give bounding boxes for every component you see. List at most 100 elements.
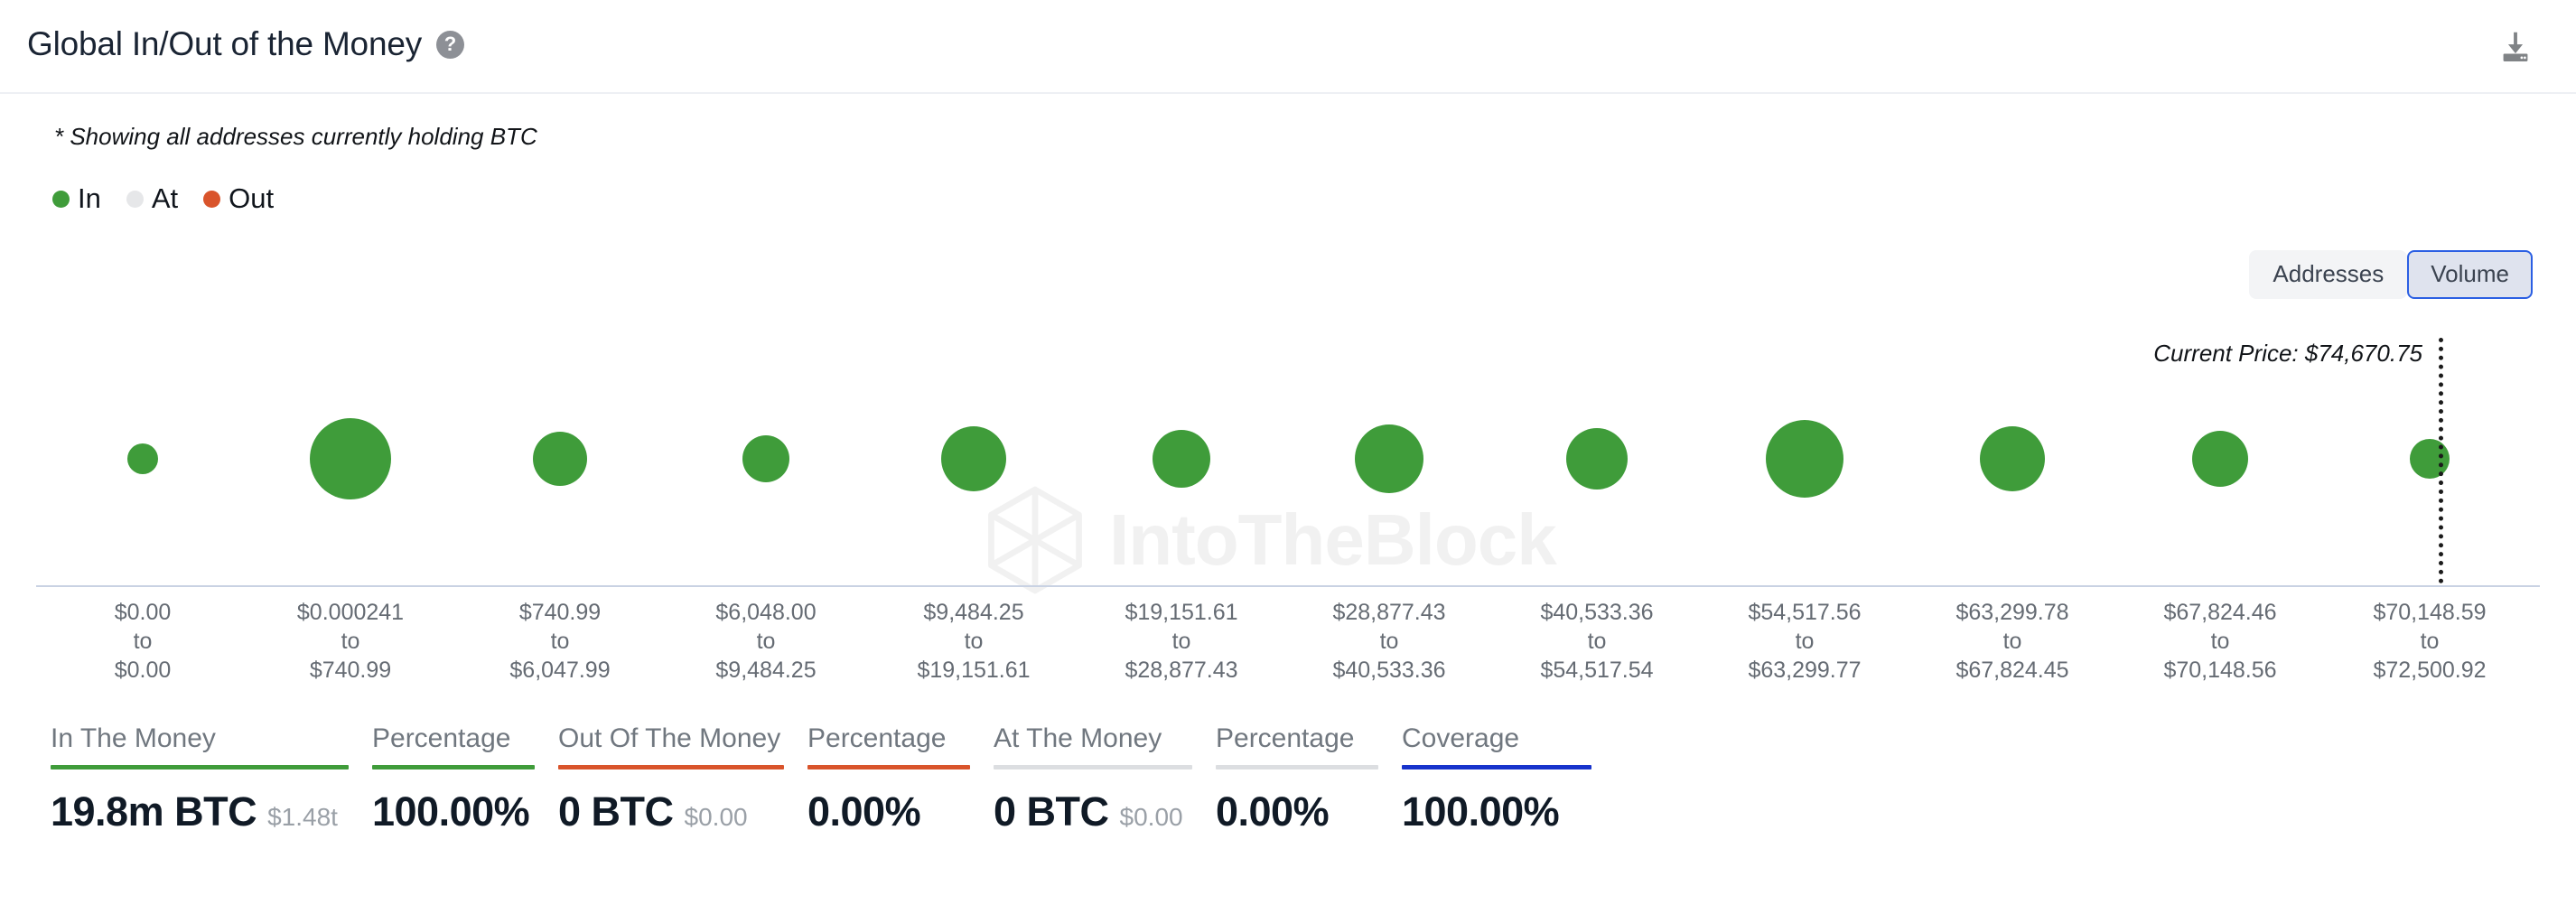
stat-underline (51, 765, 349, 769)
page-title: Global In/Out of the Money (27, 25, 422, 62)
legend-label-at: At (151, 182, 179, 214)
bubble-marker[interactable] (533, 432, 587, 486)
x-axis-label: $63,299.78 to $67,824.45 (1955, 598, 2068, 685)
bubble-marker[interactable] (2192, 431, 2248, 487)
current-price-annotation: Current Price: $74,670.75 (2153, 340, 2422, 367)
x-axis-label: $740.99 to $6,047.99 (509, 598, 610, 685)
stat-label: Percentage (372, 723, 511, 753)
x-axis-label-line: to (2420, 629, 2440, 654)
stat-primary-value: 0.00% (1216, 788, 1330, 835)
x-axis-label: $54,517.56 to $63,299.77 (1748, 598, 1861, 685)
bubble-marker[interactable] (1980, 426, 2045, 491)
bubble-marker[interactable] (1766, 420, 1843, 498)
card-header: Global In/Out of the Money ? (0, 0, 2576, 94)
legend-dot-at-icon (126, 190, 144, 208)
x-axis-label-line: $0.000241 (296, 600, 405, 625)
x-axis-label-line: $9,484.25 (923, 600, 1024, 625)
x-axis-label-line: $9,484.25 (715, 658, 817, 683)
bubble-marker[interactable] (941, 426, 1006, 491)
stat-primary-value: 0.00% (807, 788, 921, 835)
stat-block: Percentage 0.00% (1216, 723, 1378, 835)
x-axis-label: $6,048.00 to $9,484.25 (715, 598, 816, 685)
legend-item-out[interactable]: Out (203, 182, 274, 215)
x-axis-label-line: to (756, 629, 776, 654)
stat-secondary-value: $0.00 (684, 803, 748, 831)
bubble-marker[interactable] (1355, 424, 1423, 493)
stat-underline (1216, 765, 1378, 769)
x-axis-label: $19,151.61 to $28,877.43 (1125, 598, 1237, 685)
bubble-marker[interactable] (127, 443, 158, 474)
x-axis-label-line: $19,151.61 (917, 658, 1031, 683)
stat-block: Percentage 100.00% (372, 723, 535, 835)
x-axis-label: $0.00 to $0.00 (115, 598, 172, 685)
stat-value-group: 0.00% (807, 788, 970, 835)
x-axis-label-line: $67,824.46 (2163, 600, 2277, 625)
stat-block: Coverage 100.00% (1402, 723, 1591, 835)
x-axis-label-line: to (1795, 629, 1815, 654)
bubble-marker[interactable] (1153, 430, 1210, 488)
x-axis-label-line: $54,517.54 (1540, 658, 1654, 683)
stat-primary-value: 19.8m BTC (51, 788, 257, 835)
stat-label: Out Of The Money (558, 723, 781, 753)
stat-underline (994, 765, 1192, 769)
x-axis-label-line: to (341, 629, 360, 654)
legend-dot-out-icon (203, 190, 221, 208)
x-axis-label-line: $0.00 (114, 658, 172, 683)
x-axis-label-line: to (2210, 629, 2230, 654)
stat-primary-value: 100.00% (1402, 788, 1560, 835)
stat-underline (807, 765, 970, 769)
bubble-marker[interactable] (1566, 428, 1628, 490)
stat-value-group: 19.8m BTC $1.48t (51, 788, 349, 835)
x-axis-label-line: $63,299.78 (1955, 600, 2069, 625)
x-axis-label-line: $28,877.43 (1125, 658, 1238, 683)
x-axis-label-line: $72,500.92 (2373, 658, 2487, 683)
x-axis-label: $67,824.46 to $70,148.56 (2163, 598, 2276, 685)
legend-item-at[interactable]: At (126, 182, 178, 215)
stat-block: Out Of The Money 0 BTC $0.00 (558, 723, 784, 835)
x-axis-line (36, 585, 2540, 587)
stat-value-group: 0 BTC $0.00 (994, 788, 1192, 835)
x-axis-label-line: $740.99 (309, 658, 392, 683)
stat-value-group: 0 BTC $0.00 (558, 788, 784, 835)
x-axis-label-line: $28,877.43 (1332, 600, 1446, 625)
x-axis-label-line: $70,148.56 (2163, 658, 2277, 683)
legend-label-out: Out (229, 182, 275, 214)
x-axis-label-line: to (1379, 629, 1399, 654)
legend-item-in[interactable]: In (52, 182, 101, 215)
stat-secondary-value: $0.00 (1119, 803, 1183, 831)
legend-dot-in-icon (52, 190, 70, 208)
toggle-volume-button[interactable]: Volume (2407, 250, 2533, 299)
help-icon[interactable]: ? (436, 30, 464, 59)
x-axis-label: $70,148.59 to $72,500.92 (2373, 598, 2486, 685)
global-in-out-of-the-money-card: Global In/Out of the Money ? * Showing a… (0, 0, 2576, 914)
bubble-marker[interactable] (2410, 439, 2450, 479)
toggle-addresses-button[interactable]: Addresses (2249, 250, 2408, 299)
stat-value-group: 100.00% (1402, 788, 1591, 835)
x-axis-label-line: $6,047.99 (509, 658, 611, 683)
x-axis-label-line: $0.00 (114, 600, 172, 625)
x-axis-label-line: $40,533.36 (1540, 600, 1654, 625)
legend-label-in: In (78, 182, 101, 214)
x-axis-label-line: to (1587, 629, 1607, 654)
stat-secondary-value: $1.48t (267, 803, 338, 831)
chart-note: * Showing all addresses currently holdin… (54, 123, 537, 150)
stat-block: Percentage 0.00% (807, 723, 970, 835)
stat-value-group: 0.00% (1216, 788, 1378, 835)
x-axis-label-line: $40,533.36 (1332, 658, 1446, 683)
bubble-marker[interactable] (310, 418, 391, 499)
x-axis-label-line: to (133, 629, 153, 654)
metric-toggle-group: Addresses Volume (2249, 250, 2533, 299)
x-axis-label-line: $740.99 (518, 600, 602, 625)
x-axis-label: $0.000241 to $740.99 (297, 598, 404, 685)
bubble-marker[interactable] (742, 435, 789, 482)
x-axis-label-line: $67,824.45 (1955, 658, 2069, 683)
download-icon[interactable] (2495, 27, 2536, 69)
stat-label: Coverage (1402, 723, 1520, 753)
stat-primary-value: 100.00% (372, 788, 530, 835)
stat-primary-value: 0 BTC (994, 788, 1109, 835)
stat-primary-value: 0 BTC (558, 788, 674, 835)
x-axis-label: $40,533.36 to $54,517.54 (1540, 598, 1653, 685)
x-axis-label-line: $70,148.59 (2373, 600, 2487, 625)
x-axis-label-line: to (2002, 629, 2022, 654)
summary-stats-row: In The Money 19.8m BTC $1.48t Percentage 100… (51, 723, 1615, 835)
